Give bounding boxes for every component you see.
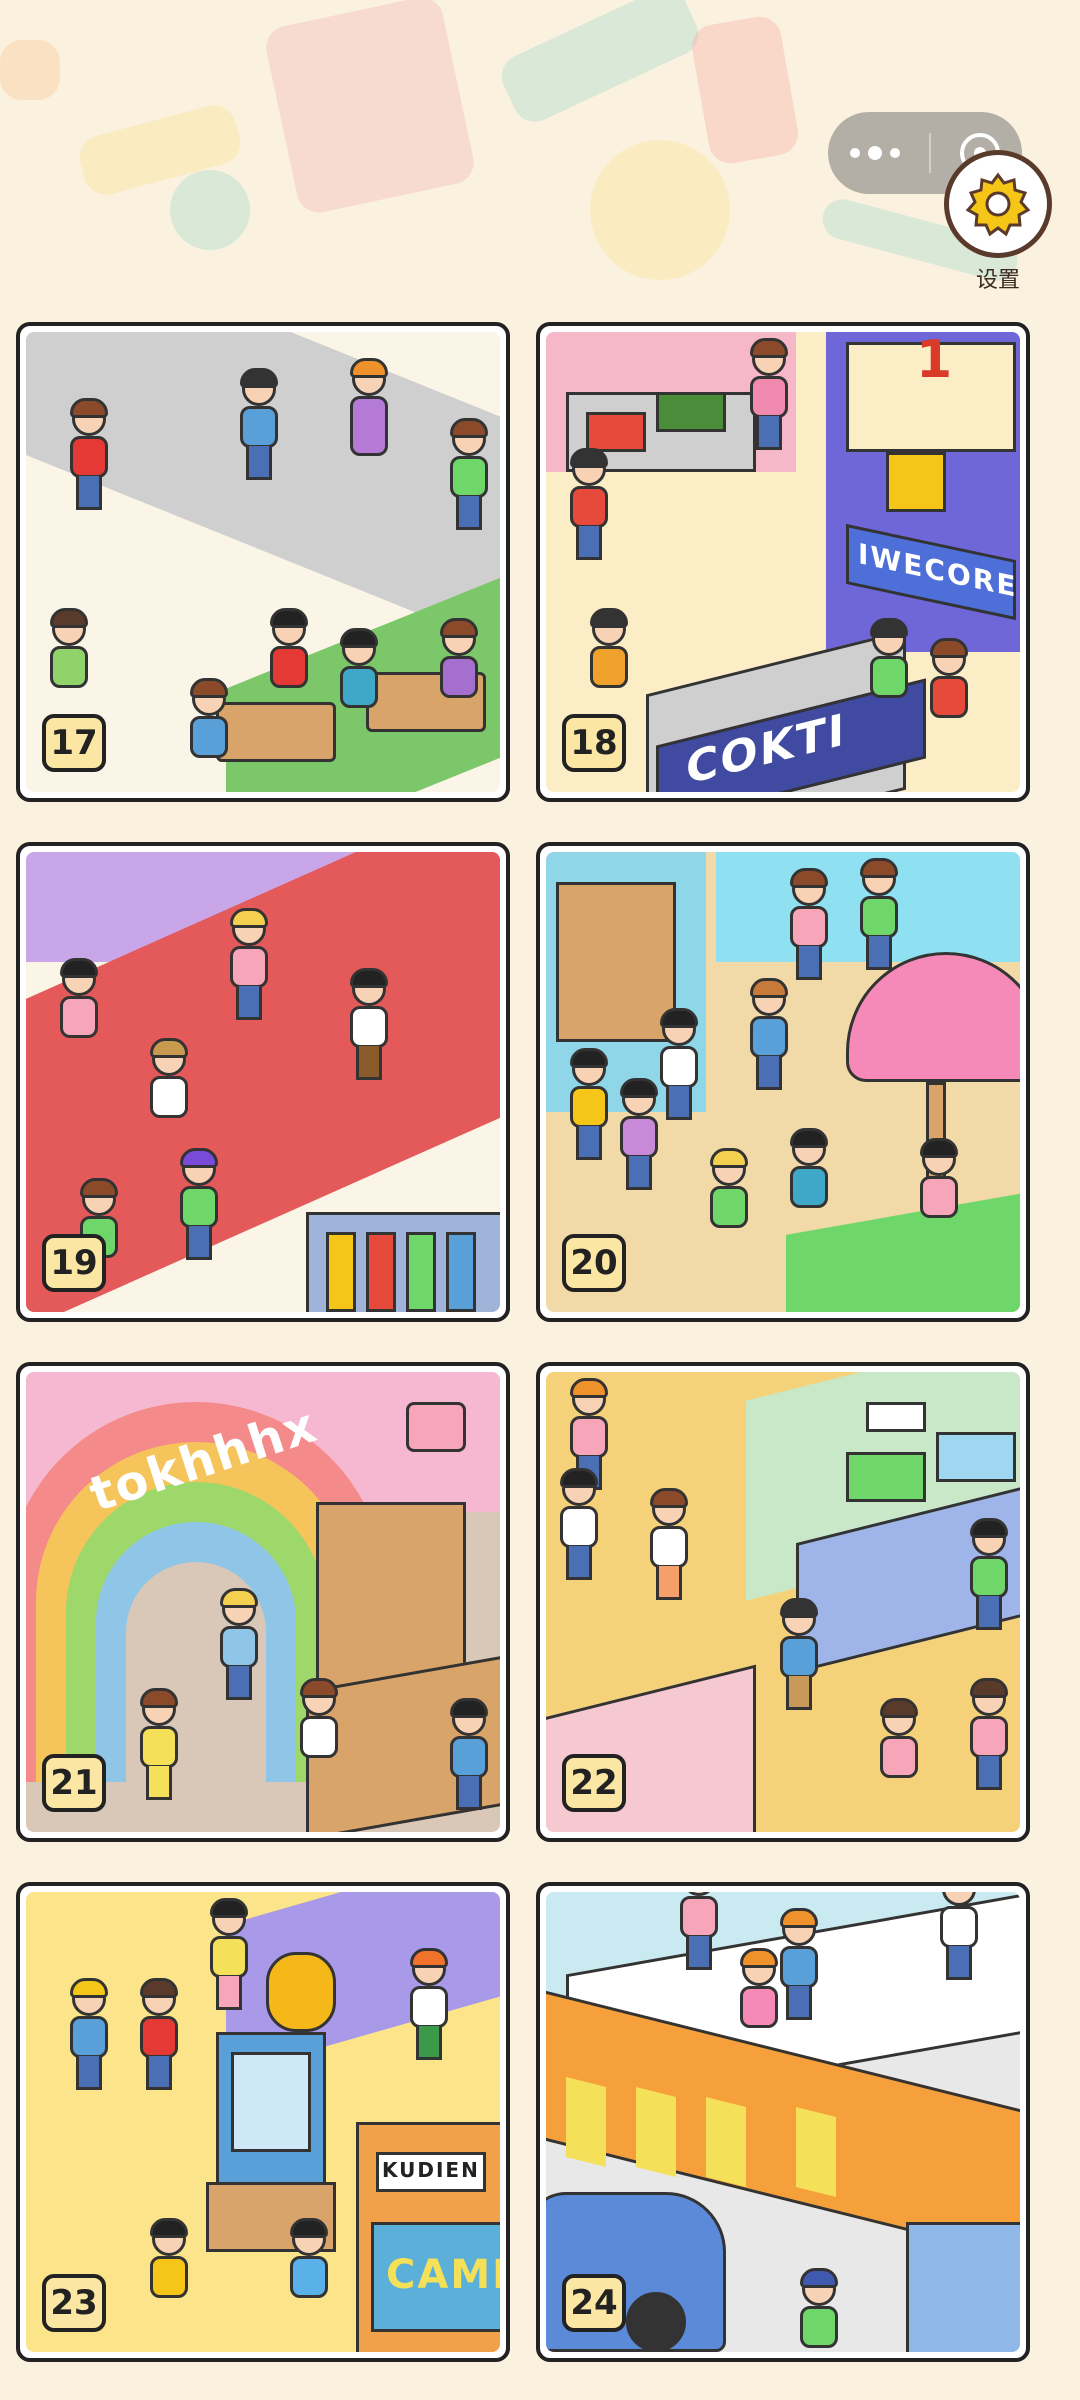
level-card-21[interactable]: tokhhhx 21 [16, 1362, 510, 1842]
level-number-badge: 18 [562, 714, 626, 772]
settings-label: 设置 [975, 268, 1020, 293]
level-card-18[interactable]: 1 IWECORE COKTI 18 [536, 322, 1030, 802]
level-23-shop-sign: KUDIEN [382, 2158, 480, 2182]
level-number-badge: 23 [42, 2274, 106, 2332]
level-card-23[interactable]: KUDIEN CAMB 23 [16, 1882, 510, 2362]
level-number-badge: 21 [42, 1754, 106, 1812]
gear-icon [965, 172, 1031, 237]
level-18-digit: 1 [916, 332, 955, 390]
level-number-badge: 24 [562, 2274, 626, 2332]
level-number-badge: 17 [42, 714, 106, 772]
level-card-22[interactable]: 22 [536, 1362, 1030, 1842]
level-23-screen-text: CAMB [386, 2252, 500, 2298]
level-card-17[interactable]: 17 [16, 322, 510, 802]
level-card-24[interactable]: 24 [536, 1882, 1030, 2362]
level-card-20[interactable]: 20 [536, 842, 1030, 1322]
capsule-divider [929, 133, 931, 173]
level-number-badge: 22 [562, 1754, 626, 1812]
settings-button[interactable] [944, 150, 1052, 258]
level-number-badge: 20 [562, 1234, 626, 1292]
more-dots-icon[interactable] [850, 146, 900, 160]
level-number-badge: 19 [42, 1234, 106, 1292]
level-card-19[interactable]: 19 [16, 842, 510, 1322]
